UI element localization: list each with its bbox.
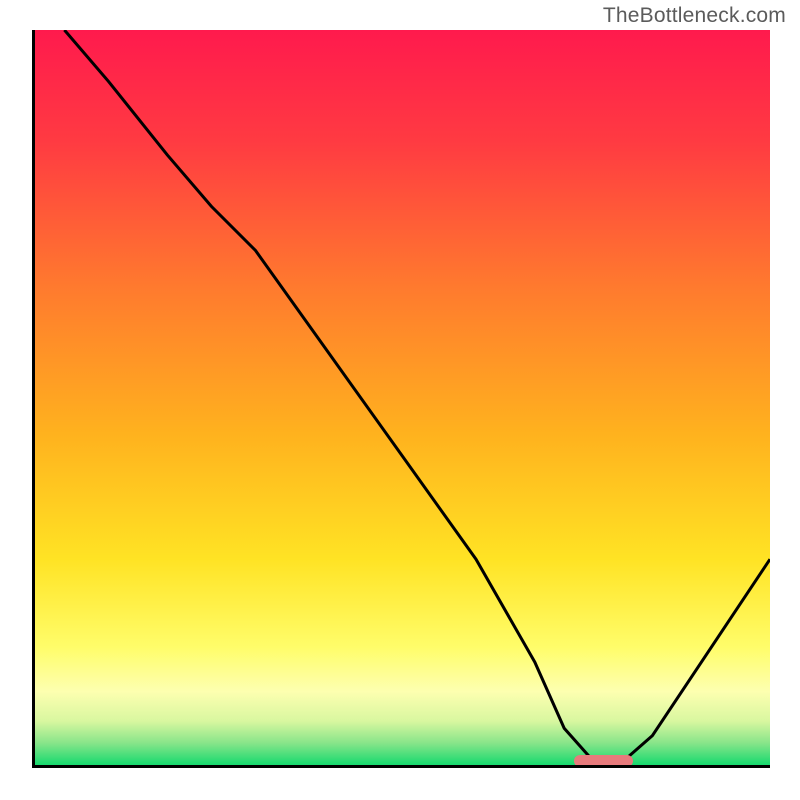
chart-plot-area [32, 30, 770, 768]
watermark-text: TheBottleneck.com [603, 4, 786, 28]
optimal-range-marker [574, 755, 633, 767]
bottleneck-curve [35, 30, 770, 765]
